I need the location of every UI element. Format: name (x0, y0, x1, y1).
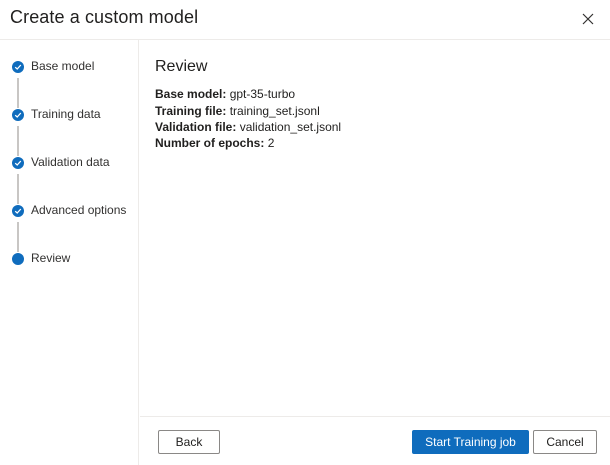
base-model-row: Base model: gpt-35-turbo (155, 87, 295, 101)
step-label: Training data (31, 107, 101, 121)
field-value: validation_set.jsonl (239, 120, 342, 134)
review-panel: Review Base model: gpt-35-turbo Training… (140, 40, 610, 416)
checkmark-icon (12, 205, 24, 217)
step-training-data[interactable]: Training data (0, 106, 139, 126)
step-connector (17, 174, 19, 204)
review-heading: Review (155, 58, 208, 75)
checkmark-icon (12, 157, 24, 169)
step-label: Base model (31, 59, 95, 73)
dialog-footer: Back Start Training job Cancel (140, 416, 610, 465)
step-connector (17, 126, 19, 156)
step-label: Review (31, 251, 71, 265)
step-label: Advanced options (31, 203, 127, 217)
dialog-title: Create a custom model (10, 7, 199, 27)
epochs-row: Number of epochs: 2 (155, 136, 274, 150)
current-step-dot (12, 253, 24, 265)
cancel-button[interactable]: Cancel (533, 430, 597, 454)
dialog-header: Create a custom model (0, 0, 610, 40)
step-review[interactable]: Review (0, 250, 139, 270)
training-file-row: Training file: training_set.jsonl (155, 104, 320, 118)
checkmark-icon (12, 109, 24, 121)
field-key: Base model: (155, 87, 227, 101)
field-key: Training file: (155, 104, 227, 118)
checkmark-icon (12, 61, 24, 73)
start-training-button[interactable]: Start Training job (412, 430, 529, 454)
back-button[interactable]: Back (158, 430, 220, 454)
step-label: Validation data (31, 155, 110, 169)
wizard-steps: Base model Training data Validation data… (0, 40, 139, 465)
field-key: Number of epochs: (155, 136, 265, 150)
field-value: training_set.jsonl (229, 104, 320, 118)
step-connector (17, 78, 19, 108)
step-connector (17, 222, 19, 252)
field-key: Validation file: (155, 120, 237, 134)
field-value: gpt-35-turbo (229, 87, 296, 101)
create-custom-model-dialog: Create a custom model Base model Trainin… (0, 0, 610, 465)
step-validation-data[interactable]: Validation data (0, 154, 139, 174)
close-button[interactable] (578, 9, 598, 29)
field-value: 2 (267, 136, 275, 150)
step-advanced-options[interactable]: Advanced options (0, 202, 139, 222)
step-base-model[interactable]: Base model (0, 58, 139, 78)
validation-file-row: Validation file: validation_set.jsonl (155, 120, 341, 134)
close-icon (582, 13, 594, 25)
